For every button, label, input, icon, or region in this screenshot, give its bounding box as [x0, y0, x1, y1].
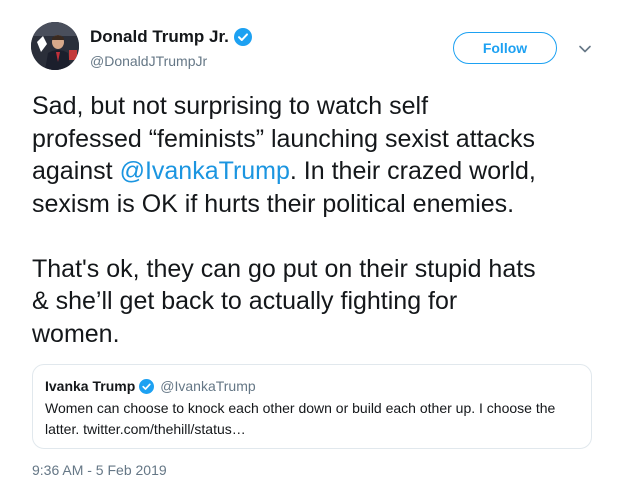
quoted-tweet[interactable]: Ivanka Trump @IvankaTrump Women can choo…	[32, 364, 592, 449]
author-name[interactable]: Donald Trump Jr.	[90, 27, 229, 47]
follow-button[interactable]: Follow	[453, 32, 557, 64]
quoted-tweet-header: Ivanka Trump @IvankaTrump	[45, 378, 579, 394]
mention-link[interactable]: @IvankaTrump	[120, 157, 290, 185]
verified-badge-icon	[233, 28, 252, 46]
chevron-down-icon[interactable]	[576, 40, 594, 58]
tweet-text: Sad, but not surprising to watch self pr…	[32, 90, 612, 350]
author-info: Donald Trump Jr. @DonaldJTrumpJr	[90, 27, 252, 69]
quoted-author-name: Ivanka Trump	[45, 378, 136, 394]
quoted-tweet-text: Women can choose to knock each other dow…	[45, 400, 556, 437]
avatar-photo	[31, 22, 79, 70]
quoted-author-handle: @IvankaTrump	[160, 378, 256, 394]
author-name-row: Donald Trump Jr.	[90, 27, 252, 47]
tweet-timestamp[interactable]: 9:36 AM - 5 Feb 2019	[32, 462, 167, 478]
tweet-text-part-2: . In their crazed world, sexism is OK if…	[32, 157, 536, 348]
author-handle[interactable]: @DonaldJTrumpJr	[90, 53, 252, 69]
verified-badge-icon	[139, 378, 155, 394]
author-avatar[interactable]	[31, 22, 79, 70]
